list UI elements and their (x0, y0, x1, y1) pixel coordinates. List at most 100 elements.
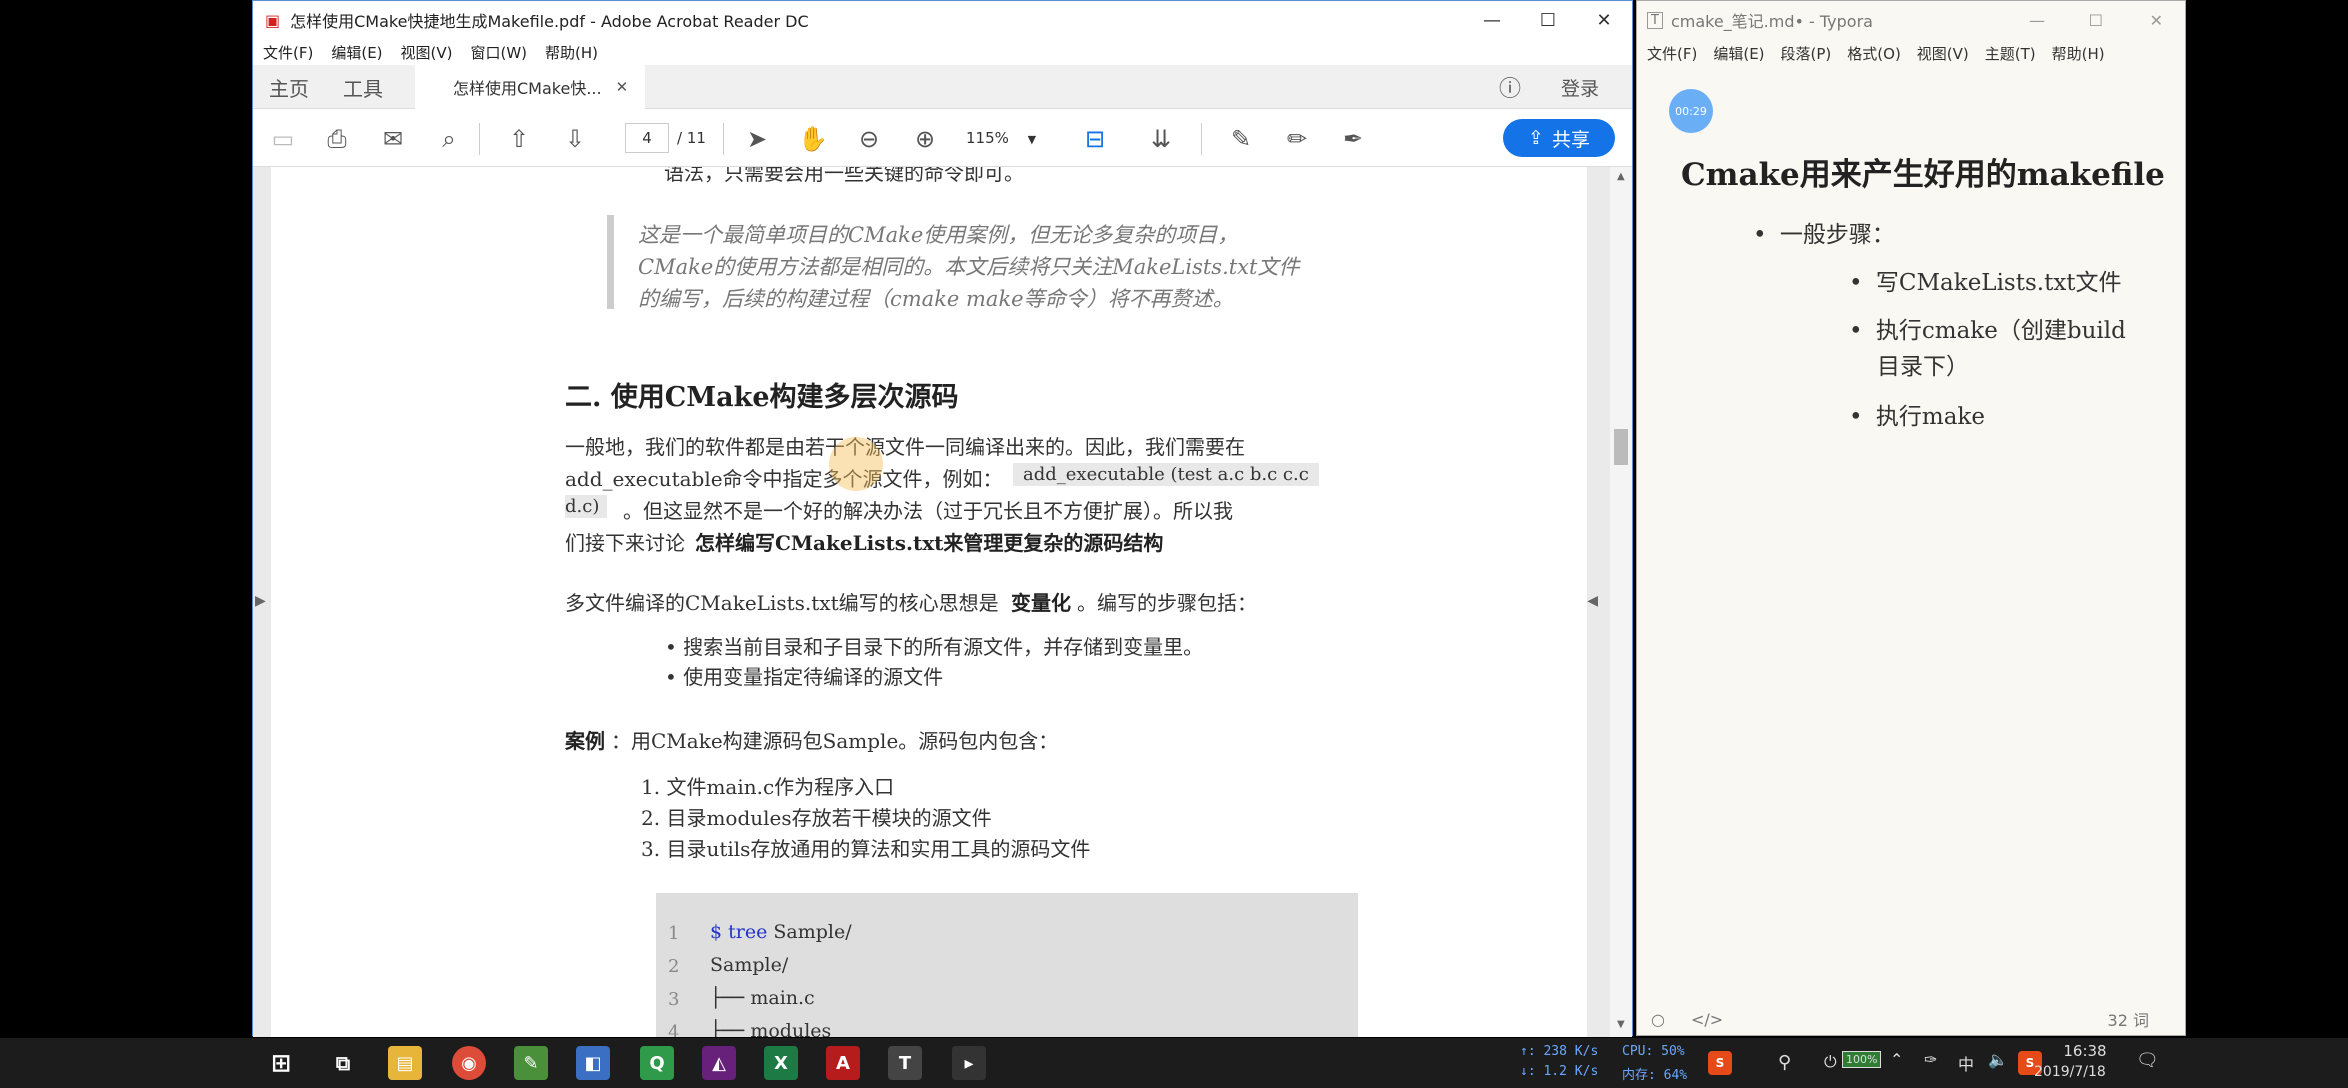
print-icon[interactable]: ⎙ (321, 123, 353, 155)
tab-document[interactable]: 怎样使用CMake快... ✕ (415, 65, 645, 109)
share-button[interactable]: ⇪ 共享 (1503, 119, 1615, 157)
menu-window[interactable]: 窗口(W) (471, 42, 528, 63)
paragraph-fragment: 语法，只需要会用一些关键的命令即可。 (664, 167, 1024, 185)
paragraph-line: add_executable命令中指定多个源文件，例如： (565, 467, 1003, 491)
task-view-icon[interactable]: ⧉ (326, 1046, 360, 1080)
left-panel-toggle-icon[interactable]: ▶ (255, 593, 266, 609)
menu-paragraph[interactable]: 段落(P) (1781, 43, 1832, 64)
tray-app-icon[interactable]: S (1708, 1051, 1732, 1075)
menu-view[interactable]: 视图(V) (1917, 43, 1969, 64)
email-icon[interactable]: ✉ (377, 123, 409, 155)
pdf-page: 语法，只需要会用一些关键的命令即可。 这是一个最简单项目的CMake使用案例，但… (271, 167, 1587, 1037)
visual-studio-icon[interactable]: ◭ (702, 1046, 736, 1080)
list-item: • 执行make (1849, 404, 1985, 430)
battery-indicator[interactable]: 100% (1842, 1051, 1882, 1068)
person-icon[interactable]: ⚲ (1778, 1052, 1791, 1073)
pen-icon[interactable]: ✑ (1924, 1050, 1937, 1069)
chrome-icon[interactable]: ◉ (452, 1046, 486, 1080)
windows-taskbar: ⊞ ⧉ ▤ ◉ ✎ ◧ Q ◭ X A T ▸ ↑: 238 K/s ↓: 1.… (0, 1038, 2348, 1088)
share-icon: ⇪ (1528, 127, 1544, 149)
close-icon[interactable]: ✕ (1576, 1, 1632, 39)
vertical-scrollbar[interactable]: ▲ ▼ (1610, 167, 1632, 1037)
highlight-icon[interactable]: ✏ (1281, 123, 1313, 155)
minimize-icon[interactable]: — (2029, 11, 2045, 30)
zoom-select[interactable]: 115% ▼ (966, 129, 1036, 147)
word-count: 32 词 (2107, 1011, 2149, 1030)
qt-creator-icon[interactable]: Q (640, 1046, 674, 1080)
clock-time[interactable]: 16:38 (2050, 1042, 2120, 1060)
scroll-thumb[interactable] (1614, 429, 1628, 465)
paragraph-line: 。但这显然不是一个好的解决办法（过于冗长且不方便扩展）。所以我 (623, 499, 1233, 523)
acrobat-taskbar-icon[interactable]: A (826, 1046, 860, 1080)
excel-icon[interactable]: X (764, 1046, 798, 1080)
menu-view[interactable]: 视图(V) (401, 42, 453, 63)
paragraph-line: 一般地，我们的软件都是由若干个源文件一同编译出来的。因此，我们需要在 (565, 435, 1245, 459)
notification-icon[interactable]: 🗨 (2136, 1050, 2159, 1071)
menu-help[interactable]: 帮助(H) (2052, 43, 2105, 64)
right-panel-toggle-icon[interactable]: ◀ (1587, 593, 1598, 609)
typora-editor[interactable]: 00:29 Cmake用来产生好用的makefile • 一般步骤： • 写CM… (1637, 67, 2185, 997)
save-icon[interactable]: ▭ (267, 123, 299, 155)
menu-theme[interactable]: 主题(T) (1985, 43, 2036, 64)
search-icon[interactable]: ⌕ (433, 123, 465, 155)
menu-edit[interactable]: 编辑(E) (1713, 43, 1764, 64)
list-item-text: 目录utils存放通用的算法和实用工具的源码文件 (666, 837, 1091, 861)
menu-edit[interactable]: 编辑(E) (331, 42, 382, 63)
close-icon[interactable]: ✕ (2150, 11, 2163, 30)
maximize-icon[interactable]: ☐ (1520, 1, 1576, 39)
tab-tools[interactable]: 工具 (343, 65, 383, 109)
app-icon-green[interactable]: ✎ (514, 1046, 548, 1080)
code-line: $ tree Sample/ (710, 921, 852, 943)
tab-home[interactable]: 主页 (269, 65, 309, 109)
chevron-up-icon[interactable]: ⌃ (1890, 1050, 1903, 1069)
maximize-icon[interactable]: ☐ (2089, 11, 2103, 30)
scroll-mode-icon[interactable]: ⇊ (1145, 123, 1177, 155)
page-layout-icon[interactable]: ⊟ (1079, 123, 1111, 155)
zoom-out-icon[interactable]: ⊖ (853, 123, 885, 155)
menu-file[interactable]: 文件(F) (263, 42, 313, 63)
app-icon-blue[interactable]: ◧ (576, 1046, 610, 1080)
acrobat-tabbar: 主页 工具 怎样使用CMake快... ✕ ⓘ 登录 (253, 65, 1632, 109)
paragraph-line: 多文件编译的CMakeLists.txt编写的核心思想是 (565, 591, 999, 615)
menu-file[interactable]: 文件(F) (1647, 43, 1697, 64)
typora-taskbar-icon[interactable]: T (888, 1046, 922, 1080)
menu-format[interactable]: 格式(O) (1847, 43, 1901, 64)
recording-timer: 00:29 (1669, 89, 1713, 133)
scroll-down-icon[interactable]: ▼ (1617, 1019, 1625, 1030)
help-icon[interactable]: ⓘ (1499, 65, 1521, 109)
zoom-value: 115% (966, 129, 1009, 147)
typora-title: cmake_笔记.md• - Typora (1670, 12, 1873, 31)
sign-icon[interactable]: ✒ (1337, 123, 1369, 155)
list-item: • 写CMakeLists.txt文件 (1849, 270, 2122, 296)
paragraph-line: ：用CMake构建源码包Sample。源码包内包含： (611, 729, 1059, 753)
toolbar-divider (723, 123, 724, 155)
close-tab-icon[interactable]: ✕ (616, 78, 629, 96)
select-cursor-icon[interactable]: ➤ (741, 123, 773, 155)
sidebar-toggle-icon[interactable]: ○ (1651, 1010, 1665, 1029)
volume-icon[interactable]: 🔈 (1988, 1050, 2008, 1069)
file-explorer-icon[interactable]: ▤ (388, 1046, 422, 1080)
list-item-text: 文件main.c作为程序入口 (666, 775, 895, 799)
page-down-icon[interactable]: ⇩ (559, 123, 591, 155)
hand-tool-icon[interactable]: ✋ (797, 123, 829, 155)
minimize-icon[interactable]: — (1464, 1, 1520, 39)
clock-date[interactable]: 2019/7/18 (2034, 1064, 2106, 1080)
scroll-up-icon[interactable]: ▲ (1617, 171, 1625, 182)
list-item: • 使用变量指定待编译的源文件 (665, 665, 944, 689)
list-item: • 一般步骤： (1753, 222, 1895, 248)
menu-help[interactable]: 帮助(H) (545, 42, 598, 63)
page-up-icon[interactable]: ⇧ (503, 123, 535, 155)
document-viewport[interactable]: ▶ 语法，只需要会用一些关键的命令即可。 这是一个最简单项目的CMake使用案例… (253, 167, 1632, 1037)
zoom-in-icon[interactable]: ⊕ (909, 123, 941, 155)
source-mode-icon[interactable]: </> (1691, 1010, 1723, 1029)
share-label: 共享 (1551, 128, 1590, 151)
login-button[interactable]: 登录 (1561, 65, 1599, 109)
quote-line: 的编写，后续的构建过程（cmake make等命令）将不再赘述。 (638, 287, 1234, 311)
page-number-input[interactable]: 4 (625, 123, 669, 153)
terminal-icon[interactable]: ▸ (952, 1046, 986, 1080)
comment-icon[interactable]: ✎ (1225, 123, 1257, 155)
ime-indicator[interactable]: 中 (1958, 1051, 1974, 1075)
code-line: ├── modules (710, 1020, 832, 1037)
windows-start-icon[interactable]: ⊞ (264, 1046, 298, 1080)
list-item-text: 执行cmake（创建build (1875, 318, 2126, 344)
